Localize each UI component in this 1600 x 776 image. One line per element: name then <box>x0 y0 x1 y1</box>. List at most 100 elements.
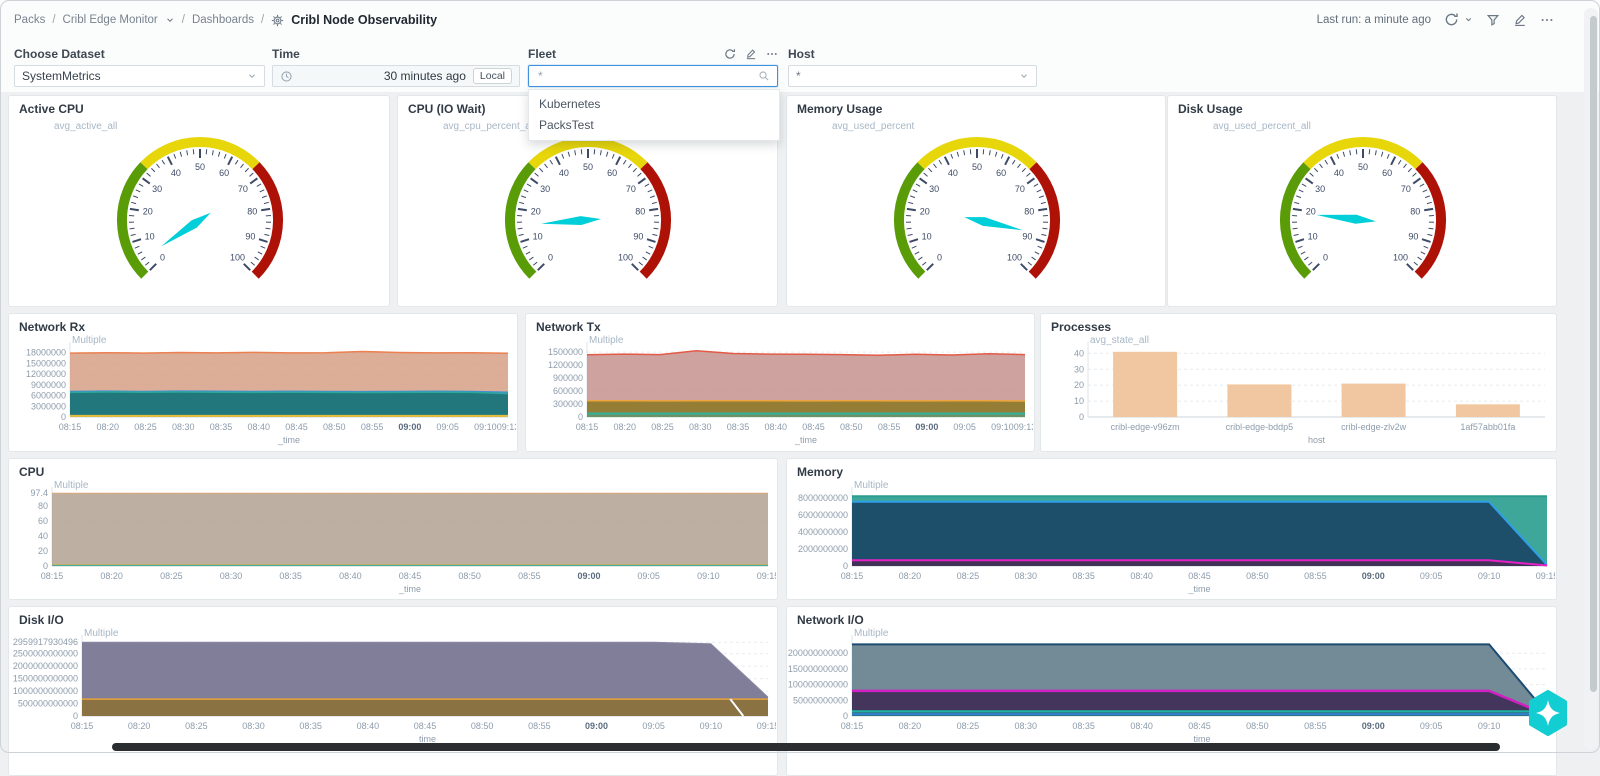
svg-text:08:35: 08:35 <box>727 422 750 432</box>
svg-text:15000000: 15000000 <box>26 358 66 368</box>
svg-text:08:15: 08:15 <box>576 422 599 432</box>
svg-text:200000000000: 200000000000 <box>788 648 848 658</box>
dataset-select[interactable]: SystemMetrics <box>14 65 265 87</box>
panel-memory-usage: Memory Usage avg_used_percent 0102030405… <box>786 95 1166 307</box>
svg-text:100: 100 <box>1007 253 1022 263</box>
svg-text:08:30: 08:30 <box>1014 571 1037 581</box>
svg-text:08:15: 08:15 <box>71 721 94 731</box>
svg-text:08:50: 08:50 <box>840 422 863 432</box>
svg-text:50: 50 <box>1358 162 1368 172</box>
svg-text:08:25: 08:25 <box>160 571 183 581</box>
refresh-options-chevron-icon[interactable] <box>1464 15 1473 24</box>
svg-text:80: 80 <box>1024 207 1034 217</box>
chevron-down-icon[interactable] <box>165 15 175 25</box>
svg-text:09:05: 09:05 <box>637 571 660 581</box>
assistant-button[interactable] <box>1526 690 1570 736</box>
svg-text:20: 20 <box>38 546 48 556</box>
svg-text:10: 10 <box>533 231 543 241</box>
svg-text:09:13: 09:13 <box>497 422 516 432</box>
host-select[interactable]: * <box>788 65 1037 87</box>
more-icon[interactable] <box>1540 13 1554 27</box>
svg-text:08:45: 08:45 <box>1188 571 1211 581</box>
fleet-option-packstest[interactable]: PacksTest <box>529 115 779 136</box>
dataset-field: Choose Dataset SystemMetrics <box>14 46 265 87</box>
svg-text:08:30: 08:30 <box>220 571 243 581</box>
breadcrumb-separator: / <box>182 14 185 26</box>
chevron-down-icon <box>247 71 257 81</box>
svg-text:0: 0 <box>1079 412 1084 422</box>
breadcrumb-packs[interactable]: Packs <box>14 14 45 26</box>
svg-text:0: 0 <box>160 253 165 263</box>
svg-text:08:25: 08:25 <box>651 422 674 432</box>
time-picker[interactable]: 30 minutes ago Local <box>272 65 520 87</box>
svg-text:900000: 900000 <box>553 373 583 383</box>
svg-text:09:00: 09:00 <box>398 422 421 432</box>
edit-icon[interactable] <box>1513 13 1527 27</box>
svg-text:08:20: 08:20 <box>100 571 123 581</box>
svg-text:70: 70 <box>1015 184 1025 194</box>
svg-text:09:05: 09:05 <box>1420 721 1443 731</box>
last-run-label: Last run: a minute ago <box>1317 14 1431 26</box>
svg-text:1000000000000: 1000000000000 <box>13 686 78 696</box>
svg-text:12000000: 12000000 <box>26 369 66 379</box>
svg-text:60: 60 <box>219 168 229 178</box>
panel-title: Network I/O <box>797 613 864 627</box>
panel-disk-usage: Disk Usage avg_used_percent_all 01020304… <box>1167 95 1557 307</box>
svg-text:08:35: 08:35 <box>279 571 302 581</box>
fleet-edit-icon[interactable] <box>745 48 757 60</box>
memory-usage-gauge: 0102030405060708090100 <box>862 120 1092 302</box>
fleet-more-icon[interactable] <box>766 48 778 60</box>
fleet-refresh-icon[interactable] <box>724 48 736 60</box>
svg-text:09:15: 09:15 <box>1536 571 1555 581</box>
breadcrumb-dashboards[interactable]: Dashboards <box>192 14 254 26</box>
svg-text:cribl-edge-v96zm: cribl-edge-v96zm <box>1111 422 1180 432</box>
svg-text:08:50: 08:50 <box>323 422 346 432</box>
svg-text:08:20: 08:20 <box>613 422 636 432</box>
panel-processes: Processes 010203040avg_state_allcribl-ed… <box>1040 313 1557 452</box>
svg-text:08:25: 08:25 <box>185 721 208 731</box>
svg-text:08:50: 08:50 <box>458 571 481 581</box>
horizontal-scrollbar[interactable] <box>112 743 1500 751</box>
svg-text:90: 90 <box>245 231 255 241</box>
svg-text:1af57abb01fa: 1af57abb01fa <box>1460 422 1515 432</box>
vertical-scrollbar-thumb[interactable] <box>1590 16 1597 692</box>
svg-text:80: 80 <box>247 207 257 217</box>
refresh-icon[interactable] <box>1444 12 1459 27</box>
svg-text:300000: 300000 <box>553 399 583 409</box>
svg-text:50: 50 <box>195 162 205 172</box>
fleet-option-kubernetes[interactable]: Kubernetes <box>529 94 779 115</box>
panel-title: Active CPU <box>19 102 84 116</box>
svg-text:08:30: 08:30 <box>1014 721 1037 731</box>
svg-text:09:00: 09:00 <box>1362 721 1385 731</box>
svg-text:08:45: 08:45 <box>802 422 825 432</box>
panel-title: Network Tx <box>536 320 601 334</box>
breadcrumb-pack-name[interactable]: Cribl Edge Monitor <box>63 14 158 26</box>
dataset-value: SystemMetrics <box>22 69 101 83</box>
svg-text:09:05: 09:05 <box>642 721 665 731</box>
svg-text:Multiple: Multiple <box>84 628 119 639</box>
svg-text:08:35: 08:35 <box>1072 571 1095 581</box>
timezone-toggle[interactable]: Local <box>473 68 512 84</box>
svg-text:08:55: 08:55 <box>361 422 384 432</box>
svg-text:6000000: 6000000 <box>31 391 66 401</box>
svg-text:08:15: 08:15 <box>841 721 864 731</box>
svg-text:9000000: 9000000 <box>31 380 66 390</box>
svg-text:09:10: 09:10 <box>1478 571 1501 581</box>
svg-text:30: 30 <box>540 184 550 194</box>
svg-text:10: 10 <box>145 231 155 241</box>
panel-title: Processes <box>1051 320 1111 334</box>
gear-icon <box>271 14 284 27</box>
svg-text:150000000000: 150000000000 <box>788 664 848 674</box>
svg-text:09:00: 09:00 <box>585 721 608 731</box>
svg-text:100: 100 <box>1393 253 1408 263</box>
svg-text:Multiple: Multiple <box>72 335 107 346</box>
svg-text:avg_state_all: avg_state_all <box>1090 335 1149 346</box>
filter-icon[interactable] <box>1486 13 1500 27</box>
svg-text:0: 0 <box>73 711 78 721</box>
network-io-chart: 0500000000001000000000001500000000002000… <box>788 627 1555 747</box>
panel-title: Network Rx <box>19 320 85 334</box>
disk-io-chart: 0500000000000100000000000015000000000002… <box>10 627 776 747</box>
fleet-input[interactable] <box>536 68 758 84</box>
svg-text:08:35: 08:35 <box>1072 721 1095 731</box>
svg-text:_time: _time <box>277 435 300 445</box>
